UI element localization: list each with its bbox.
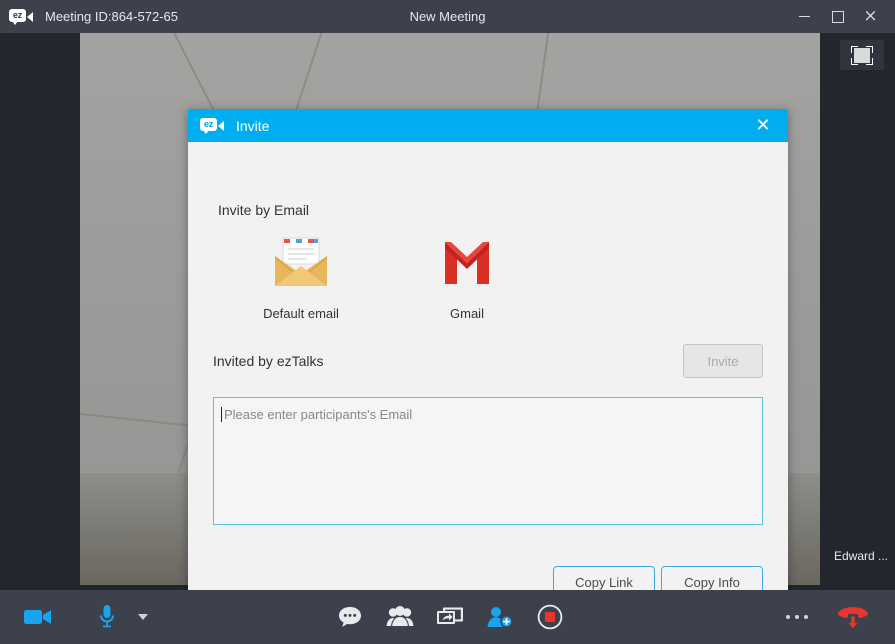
invite-button[interactable]: Invite (683, 344, 763, 378)
email-client-options: Default email Gmail (218, 234, 550, 321)
invite-dialog-footer: Copy Link Copy Info (188, 566, 788, 590)
video-stage: Edward ... ez Invite ✕ Invite by Email D… (0, 33, 895, 590)
copy-info-label: Copy Info (684, 574, 740, 590)
more-dot (795, 615, 799, 619)
share-screen-icon (437, 607, 463, 624)
toggle-audio-button[interactable] (90, 590, 124, 644)
default-email-label: Default email (263, 306, 339, 321)
close-button[interactable]: × (854, 0, 887, 33)
copy-link-label: Copy Link (575, 574, 633, 590)
minimize-icon (799, 16, 810, 17)
title-bar: ez Meeting ID:864-572-65 New Meeting × (0, 0, 895, 33)
more-options-icon (786, 615, 808, 619)
gmail-icon (435, 234, 499, 290)
copy-link-button[interactable]: Copy Link (553, 566, 655, 590)
window-controls: × (788, 0, 895, 33)
maximize-icon (831, 10, 844, 23)
more-dot (786, 615, 790, 619)
default-email-icon-svg (275, 237, 327, 286)
participants-email-placeholder: Please enter participants's Email (224, 407, 413, 422)
invite-icon (487, 607, 513, 628)
invite-dialog-body: Invite by Email Default email Gmail Invi… (188, 142, 788, 590)
toggle-video-button[interactable] (17, 590, 59, 644)
gallery-view-icon-corner (851, 45, 858, 53)
app-window: ez Meeting ID:864-572-65 New Meeting × E… (0, 0, 895, 644)
maximize-button[interactable] (821, 0, 854, 33)
dialog-logo-icon: ez (200, 117, 226, 135)
app-logo-icon: ez (9, 7, 35, 27)
invite-dialog-header: ez Invite ✕ (188, 109, 788, 142)
end-call-button[interactable] (833, 590, 873, 644)
close-icon: × (863, 6, 878, 26)
invite-dialog-close-button[interactable]: ✕ (748, 109, 778, 142)
invite-by-email-label: Invite by Email (218, 202, 310, 218)
chat-button[interactable] (330, 597, 370, 637)
share-screen-button[interactable] (430, 597, 470, 637)
invite-dialog-title: Invite (236, 117, 270, 134)
app-logo-camera-icon (27, 11, 33, 22)
minimize-button[interactable] (788, 0, 821, 33)
more-dot (804, 615, 808, 619)
copy-info-button[interactable]: Copy Info (661, 566, 763, 590)
invite-participants-button[interactable] (480, 597, 520, 637)
text-caret (221, 407, 222, 422)
default-email-icon (269, 234, 333, 290)
center-toolbar-group (330, 590, 570, 644)
chat-icon (339, 607, 361, 627)
participant-name-tag: Edward ... (826, 545, 895, 568)
dialog-logo-text: ez (200, 117, 217, 134)
chevron-down-icon (138, 614, 148, 620)
microphone-icon (100, 605, 114, 628)
camera-icon (24, 610, 51, 624)
audio-options-button[interactable] (130, 590, 156, 644)
meeting-id-label: Meeting ID:864-572-65 (45, 9, 178, 24)
participants-email-input[interactable]: Please enter participants's Email (213, 397, 763, 525)
dialog-logo-camera-icon (218, 120, 224, 131)
invited-by-label: Invited by ezTalks (213, 353, 324, 369)
gallery-view-icon-corner (866, 45, 873, 53)
end-call-icon (838, 607, 868, 629)
meeting-toolbar (0, 590, 895, 644)
gallery-view-icon (851, 45, 873, 65)
record-button[interactable] (530, 597, 570, 637)
invited-by-row: Invited by ezTalks Invite (213, 344, 763, 378)
close-icon: ✕ (755, 114, 771, 136)
invite-dialog: ez Invite ✕ Invite by Email Default emai… (188, 109, 788, 590)
participants-icon (386, 606, 414, 628)
gmail-label: Gmail (450, 306, 484, 321)
app-logo-text: ez (9, 8, 26, 25)
gmail-option[interactable]: Gmail (384, 234, 550, 321)
gallery-view-icon-corner (866, 57, 873, 65)
participants-button[interactable] (380, 597, 420, 637)
record-icon (537, 604, 563, 630)
gallery-view-icon-corner (851, 57, 858, 65)
invite-button-label: Invite (707, 353, 739, 369)
more-options-button[interactable] (780, 590, 814, 644)
default-email-option[interactable]: Default email (218, 234, 384, 321)
gmail-icon-svg (445, 242, 489, 284)
gallery-view-toggle-button[interactable] (840, 40, 884, 70)
